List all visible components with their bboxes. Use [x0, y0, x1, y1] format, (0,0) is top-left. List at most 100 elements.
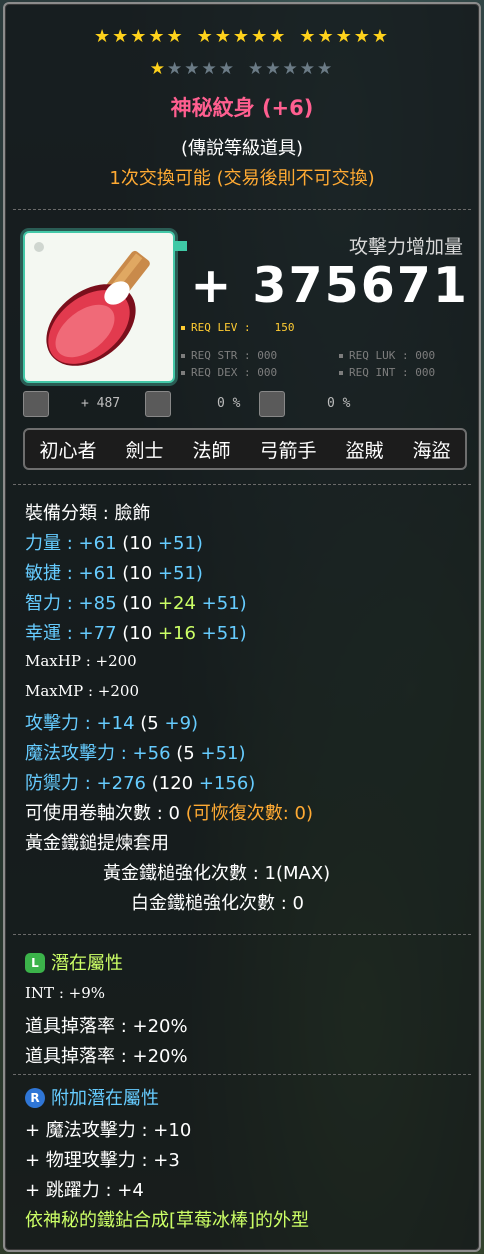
potential-line: 道具掉落率 : +20% — [25, 1046, 188, 1067]
stat-total: +56 — [132, 743, 171, 764]
stat-maxhp: MaxHP : +200 — [25, 652, 137, 670]
stat-bonus: +51) — [201, 593, 247, 614]
star-group: ★★★★★ — [299, 26, 391, 47]
hammer-applied: 黃金鐵鎚提煉套用 — [25, 833, 169, 854]
bonus-potential-line: + 跳躍力 : +4 — [25, 1180, 144, 1201]
stat-int: 智力 : +85 (10 +24 +51) — [25, 589, 247, 615]
item-stat-line: + 487 0 % 0 % — [23, 389, 463, 419]
item-image-frame — [23, 231, 175, 383]
pct-two: 0 % — [327, 396, 351, 411]
stat-bonus: +51) — [201, 623, 247, 644]
stat-base: (120 — [151, 773, 194, 794]
stat-total: +14 — [96, 713, 135, 734]
stat-flame: +24 — [157, 593, 196, 614]
job-warrior: 劍士 — [125, 439, 164, 462]
bonus-potential-line: + 物理攻擊力 : +3 — [25, 1150, 180, 1171]
req-dex-text: REQ DEX : 000 — [191, 366, 278, 379]
stat-maxmp: MaxMP : +200 — [25, 682, 140, 700]
divider — [13, 484, 471, 485]
req-level-value: 150 — [274, 321, 295, 334]
stat-str: 力量 : +61 (10 +51) — [25, 529, 203, 555]
stat-bonus: +51) — [200, 743, 246, 764]
potential-header: L 潛在屬性 — [25, 949, 123, 975]
req-int-text: REQ INT : 000 — [349, 366, 436, 379]
star-group: ★★★★★ — [93, 26, 185, 47]
bonus-potential-header: R 附加潛在屬性 — [25, 1084, 159, 1110]
job-bowman: 弓箭手 — [259, 439, 317, 462]
divider — [13, 934, 471, 935]
wrench-icon — [23, 391, 49, 417]
stat-label: 防禦力 : — [25, 773, 91, 794]
scroll-recover: (可恢復次數: 0) — [185, 803, 313, 824]
trade-info: 1次交換可能 (交易後則不可交換) — [109, 168, 375, 189]
item-grade: (傳說等級道具) — [180, 138, 304, 159]
shield-icon — [259, 391, 285, 417]
stat-base: (10 — [122, 563, 153, 584]
stat-label: 幸運 : — [25, 623, 73, 644]
stat-dex: 敏捷 : +61 (10 +51) — [25, 559, 203, 585]
req-luk-text: REQ LUK : 000 — [349, 349, 436, 362]
stat-bonus: +51) — [157, 563, 203, 584]
req-str: REQ STR : 000 — [181, 349, 277, 362]
job-magician: 法師 — [192, 439, 231, 462]
bonus-potential-line: + 魔法攻擊力 : +10 — [25, 1120, 192, 1141]
req-str-text: REQ STR : 000 — [191, 349, 278, 362]
platinum-hammer-count: 白金鐵槌強化次數 : 0 — [131, 893, 304, 914]
star-empty-group: ★★★★★ — [248, 59, 335, 79]
stat-magic-attack: 魔法攻擊力 : +56 (5 +51) — [25, 739, 246, 765]
stat-base: (10 — [122, 623, 153, 644]
req-level-label: REQ LEV : — [191, 321, 251, 334]
stat-base: (5 — [140, 713, 159, 734]
star-group: ★★★★★ — [196, 26, 288, 47]
equip-category: 裝備分類 : 臉飾 — [25, 503, 151, 524]
req-level: REQ LEV : 150 — [181, 321, 294, 334]
divider — [13, 1074, 471, 1075]
stat-total: +276 — [96, 773, 146, 794]
stat-attack: 攻擊力 : +14 (5 +9) — [25, 709, 198, 735]
stat-total: +61 — [78, 563, 117, 584]
legendary-badge-icon: L — [25, 953, 45, 973]
starforce-row-2: ★★★★★ ★★★★★ — [5, 59, 479, 79]
stat-label: 智力 : — [25, 593, 73, 614]
stat-label: 魔法攻擊力 : — [25, 743, 127, 764]
stat-flame: +16 — [157, 623, 196, 644]
job-beginner: 初心者 — [39, 439, 97, 462]
req-luk: REQ LUK : 000 — [339, 349, 435, 362]
job-pirate: 海盜 — [412, 439, 451, 462]
stat-label: 攻擊力 : — [25, 713, 91, 734]
starforce-row-1: ★★★★★ ★★★★★ ★★★★★ — [5, 26, 479, 47]
upgrade-count: + 487 — [81, 396, 121, 411]
divider — [13, 209, 471, 210]
job-thief: 盜賊 — [345, 439, 384, 462]
req-dex: REQ DEX : 000 — [181, 366, 277, 379]
stat-total: +61 — [78, 533, 117, 554]
star-filled: ★ — [149, 59, 168, 79]
stat-defense: 防禦力 : +276 (120 +156) — [25, 769, 255, 795]
stat-base: (5 — [176, 743, 195, 764]
strawberry-ice-pop-icon — [34, 242, 150, 366]
stat-total: +85 — [78, 593, 117, 614]
scroll-count: 可使用卷軸次數 : 0 — [25, 803, 180, 824]
stat-label: 敏捷 : — [25, 563, 73, 584]
flag-icon — [173, 241, 187, 251]
stat-base: (10 — [122, 533, 153, 554]
item-tooltip: ★★★★★ ★★★★★ ★★★★★ ★★★★★ ★★★★★ 神秘紋身 (+6) (傳說… — [3, 2, 481, 1252]
attack-increase-label: 攻擊力增加量 — [348, 236, 463, 258]
attack-increase-value: + 375671 — [190, 257, 469, 314]
item-name: 神秘紋身 (+6) — [170, 96, 314, 120]
stat-bonus: +156) — [198, 773, 256, 794]
stat-bonus: +51) — [157, 533, 203, 554]
potential-line: INT : +9% — [25, 984, 106, 1002]
upgrade-icon — [145, 391, 171, 417]
gold-hammer-count: 黃金鐵槌強化次數 : 1(MAX) — [103, 863, 331, 884]
job-requirement-bar: 初心者 劍士 法師 弓箭手 盜賊 海盜 — [23, 428, 467, 470]
pct-one: 0 % — [217, 396, 241, 411]
stat-total: +77 — [78, 623, 117, 644]
rare-badge-icon: R — [25, 1088, 45, 1108]
stat-luk: 幸運 : +77 (10 +16 +51) — [25, 619, 247, 645]
stat-base: (10 — [122, 593, 153, 614]
bonus-potential-title: 附加潛在屬性 — [51, 1088, 159, 1109]
scroll-slots: 可使用卷軸次數 : 0 (可恢復次數: 0) — [25, 799, 313, 825]
item-description: 依神秘的鐵鉆合成[草莓冰棒]的外型 — [25, 1210, 310, 1231]
req-int: REQ INT : 000 — [339, 366, 435, 379]
